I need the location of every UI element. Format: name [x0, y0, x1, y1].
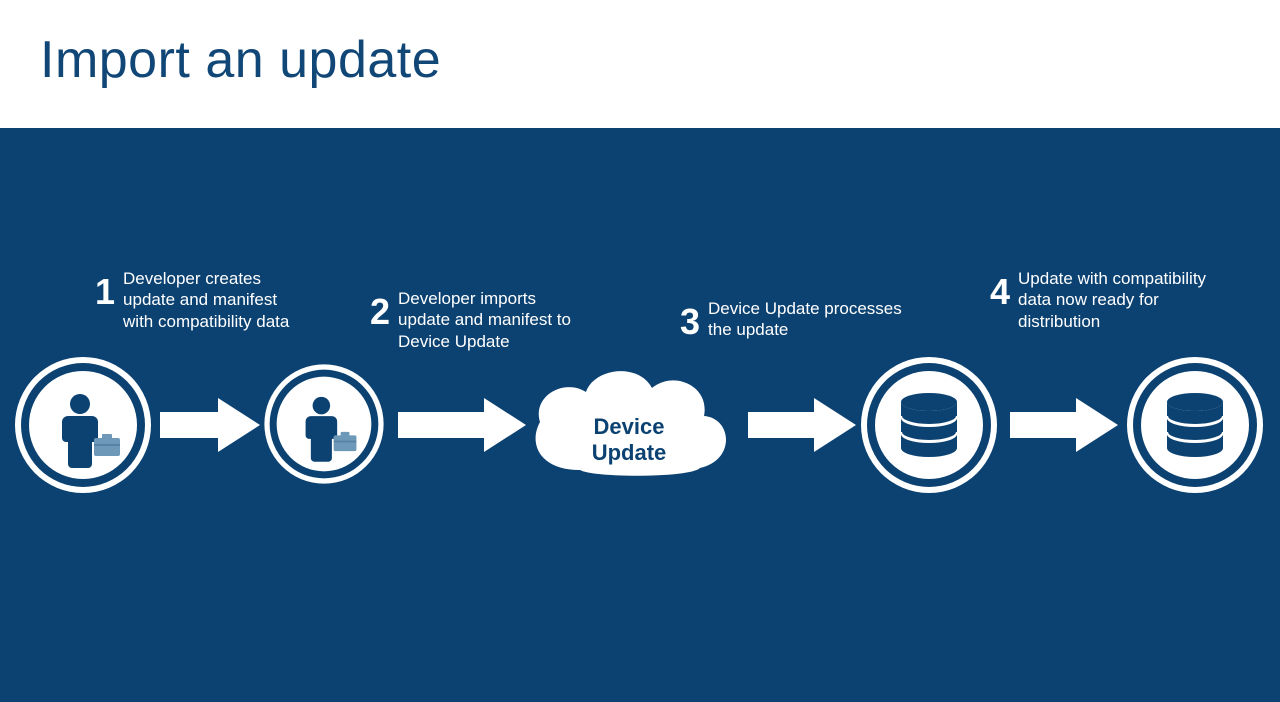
arrow-icon: [160, 398, 260, 452]
step-number: 2: [370, 294, 390, 330]
step-4-label: 4 Update with compatibility data now rea…: [990, 268, 1220, 332]
step-1-label: 1 Developer creates update and manifest …: [95, 268, 295, 332]
developer-icon-2: [260, 360, 388, 488]
arrow-icon: [398, 398, 526, 452]
step-number: 3: [680, 304, 700, 340]
step-2-label: 2 Developer imports update and manifest …: [370, 288, 580, 352]
step-text: Developer imports update and manifest to…: [398, 288, 580, 352]
diagram-stage: 1 Developer creates update and manifest …: [0, 128, 1280, 702]
step-text: Device Update processes the update: [708, 298, 910, 341]
step-text: Update with compatibility data now ready…: [1018, 268, 1220, 332]
step-3-label: 3 Device Update processes the update: [680, 298, 910, 341]
step-number: 1: [95, 274, 115, 310]
cloud-label: Device Update: [554, 414, 704, 466]
step-number: 4: [990, 274, 1010, 310]
database-icon-2: [1122, 352, 1268, 498]
arrow-icon: [748, 398, 856, 452]
step-text: Developer creates update and manifest wi…: [123, 268, 295, 332]
page-title: Import an update: [40, 30, 1240, 90]
database-icon-1: [856, 352, 1002, 498]
arrow-icon: [1010, 398, 1118, 452]
page-header: Import an update: [0, 0, 1280, 128]
developer-icon-1: [10, 352, 156, 498]
